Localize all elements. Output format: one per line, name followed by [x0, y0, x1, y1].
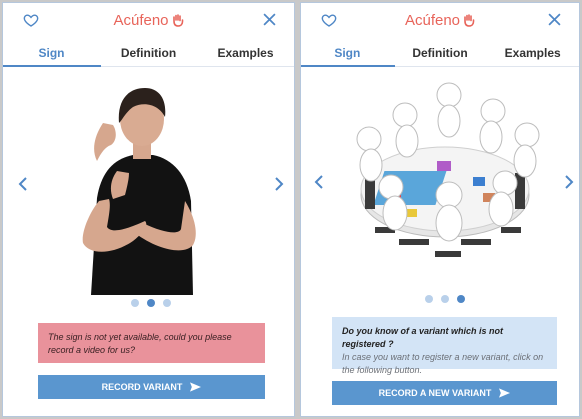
carousel-dot[interactable]: [131, 299, 139, 307]
chevron-left-icon[interactable]: [313, 175, 325, 189]
tab-examples[interactable]: Examples: [486, 37, 579, 66]
header: Acúfeno: [3, 3, 294, 37]
carousel-dot[interactable]: [425, 295, 433, 303]
send-icon: [190, 382, 202, 392]
tab-definition[interactable]: Definition: [394, 37, 487, 66]
variant-info-notice: Do you know of a variant which is not re…: [332, 317, 557, 375]
active-tab-indicator: [3, 65, 101, 67]
right-panel: Acúfeno Sign Definition Examples Do you …: [300, 2, 580, 417]
tab-sign[interactable]: Sign: [3, 37, 100, 66]
tab-sign[interactable]: Sign: [301, 37, 394, 66]
chevron-right-icon[interactable]: [563, 175, 575, 189]
close-icon[interactable]: [548, 13, 561, 26]
hand-icon: [172, 14, 184, 31]
left-panel: Acúfeno Sign Definition Examples The sig…: [2, 2, 295, 417]
tab-definition[interactable]: Definition: [100, 37, 197, 66]
record-new-variant-label: RECORD A NEW VARIANT: [378, 388, 492, 398]
hand-icon: [463, 14, 475, 31]
carousel-dots: [131, 299, 171, 307]
tab-examples[interactable]: Examples: [197, 37, 294, 66]
header: Acúfeno: [301, 3, 579, 37]
record-variant-label: RECORD VARIANT: [101, 382, 183, 392]
chevron-right-icon[interactable]: [273, 177, 285, 191]
sign-video-image: [82, 88, 196, 295]
active-tab-indicator: [301, 65, 395, 67]
unavailable-notice: The sign is not yet available, could you…: [38, 323, 265, 363]
close-icon[interactable]: [263, 13, 276, 26]
app-title: Acúfeno: [301, 12, 579, 31]
notice-body: In case you want to register a new varia…: [342, 352, 544, 375]
carousel-dot[interactable]: [441, 295, 449, 303]
record-variant-button[interactable]: RECORD VARIANT: [38, 375, 265, 399]
carousel-dot[interactable]: [163, 299, 171, 307]
record-new-variant-button[interactable]: RECORD A NEW VARIANT: [332, 381, 557, 405]
team-puzzle-illustration: [356, 82, 540, 257]
tab-bar: Sign Definition Examples: [3, 37, 294, 67]
carousel-dot-active[interactable]: [147, 299, 155, 307]
notice-question: Do you know of a variant which is not re…: [342, 326, 504, 349]
carousel-dots: [425, 295, 465, 303]
tab-bar: Sign Definition Examples: [301, 37, 579, 67]
carousel-dot-active[interactable]: [457, 295, 465, 303]
send-icon: [499, 388, 511, 398]
chevron-left-icon[interactable]: [17, 177, 29, 191]
app-title: Acúfeno: [3, 12, 294, 31]
